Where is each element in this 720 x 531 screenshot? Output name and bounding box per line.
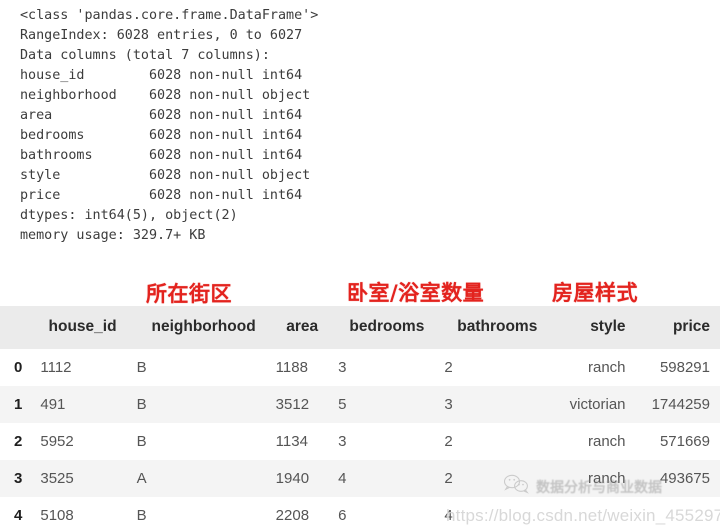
cell-bedrooms: 3: [338, 433, 347, 450]
cell-neighborhood: B: [136, 359, 147, 376]
table-row: 2 5952 B 1134 3 2 ranch 571669: [0, 423, 720, 460]
cell-area: 1940: [275, 470, 310, 487]
table-header: house_id neighborhood area bedrooms bath…: [0, 306, 720, 349]
info-line: area 6028 non-null int64: [20, 108, 303, 123]
cell-bathrooms: 2: [444, 470, 453, 487]
table-row: 4 5108 B 2208 6 4: [0, 497, 720, 531]
info-line: <class 'pandas.core.frame.DataFrame'>: [20, 8, 319, 23]
cell-style: ranch: [588, 359, 626, 376]
cell-neighborhood: B: [136, 507, 147, 524]
column-header-index: [0, 306, 30, 349]
annotation-style: 房屋样式: [552, 281, 638, 305]
cell-house-id: 5952: [40, 433, 74, 450]
screenshot-root: <class 'pandas.core.frame.DataFrame'> Ra…: [0, 0, 720, 531]
column-header-price: price: [672, 318, 710, 335]
table-body: 0 1112 B 1188 3 2 ranch 598291 1 491 B 3…: [0, 349, 720, 531]
cell-price: 1744259: [651, 396, 710, 413]
cell-bedrooms: 4: [338, 470, 347, 487]
cell-style: ranch: [588, 433, 626, 450]
row-index: 1: [14, 396, 23, 413]
cell-neighborhood: A: [136, 470, 147, 487]
cell-house-id: 5108: [40, 507, 74, 524]
cell-house-id: 1112: [40, 359, 72, 376]
table-row: 0 1112 B 1188 3 2 ranch 598291: [0, 349, 720, 386]
cell-style: [547, 497, 635, 531]
cell-price: 571669: [659, 433, 710, 450]
cell-bedrooms: 5: [338, 396, 347, 413]
column-header-house-id: house_id: [48, 318, 117, 335]
cell-bedrooms: 3: [338, 359, 347, 376]
column-header-neighborhood: neighborhood: [151, 318, 256, 335]
info-line: price 6028 non-null int64: [20, 188, 303, 203]
info-line: bedrooms 6028 non-null int64: [20, 128, 303, 143]
info-line: Data columns (total 7 columns):: [20, 48, 270, 63]
cell-house-id: 491: [40, 396, 66, 413]
cell-style: ranch: [588, 470, 626, 487]
row-index: 2: [14, 433, 23, 450]
cell-bathrooms: 2: [444, 433, 453, 450]
row-index: 3: [14, 470, 23, 487]
annotation-neighborhood: 所在街区: [146, 282, 232, 306]
dataframe-info-output: <class 'pandas.core.frame.DataFrame'> Ra…: [0, 0, 720, 246]
info-line: bathrooms 6028 non-null int64: [20, 148, 303, 163]
table-header-row: house_id neighborhood area bedrooms bath…: [0, 306, 720, 349]
info-line: memory usage: 329.7+ KB: [20, 228, 206, 243]
cell-bedrooms: 6: [338, 507, 347, 524]
row-index: 0: [14, 359, 23, 376]
column-header-bedrooms: bedrooms: [349, 318, 425, 335]
info-line: RangeIndex: 6028 entries, 0 to 6027: [20, 28, 303, 43]
cell-bathrooms: 4: [444, 507, 453, 524]
dataframe-head-table: house_id neighborhood area bedrooms bath…: [0, 306, 720, 531]
cell-bathrooms: 3: [444, 396, 453, 413]
cell-style: victorian: [569, 396, 626, 413]
row-index: 4: [14, 507, 23, 524]
cell-price: 598291: [659, 359, 710, 376]
column-header-style: style: [590, 318, 626, 335]
cell-area: 1134: [275, 433, 308, 450]
cell-area: 2208: [275, 507, 310, 524]
info-line: style 6028 non-null object: [20, 168, 311, 183]
cell-price: [636, 497, 720, 531]
cell-area: 3512: [275, 396, 310, 413]
column-header-bathrooms: bathrooms: [457, 318, 538, 335]
annotation-bedrooms-bathrooms: 卧室/浴室数量: [347, 281, 485, 305]
column-header-area: area: [286, 318, 319, 335]
cell-neighborhood: B: [136, 396, 147, 413]
table-row: 3 3525 A 1940 4 2 ranch 493675: [0, 460, 720, 497]
cell-price: 493675: [659, 470, 710, 487]
cell-bathrooms: 2: [444, 359, 453, 376]
cell-neighborhood: B: [136, 433, 147, 450]
info-line: dtypes: int64(5), object(2): [20, 208, 238, 223]
info-line: house_id 6028 non-null int64: [20, 68, 303, 83]
cell-area: 1188: [275, 359, 308, 376]
table-row: 1 491 B 3512 5 3 victorian 1744259: [0, 386, 720, 423]
cell-house-id: 3525: [40, 470, 74, 487]
info-line: neighborhood 6028 non-null object: [20, 88, 311, 103]
